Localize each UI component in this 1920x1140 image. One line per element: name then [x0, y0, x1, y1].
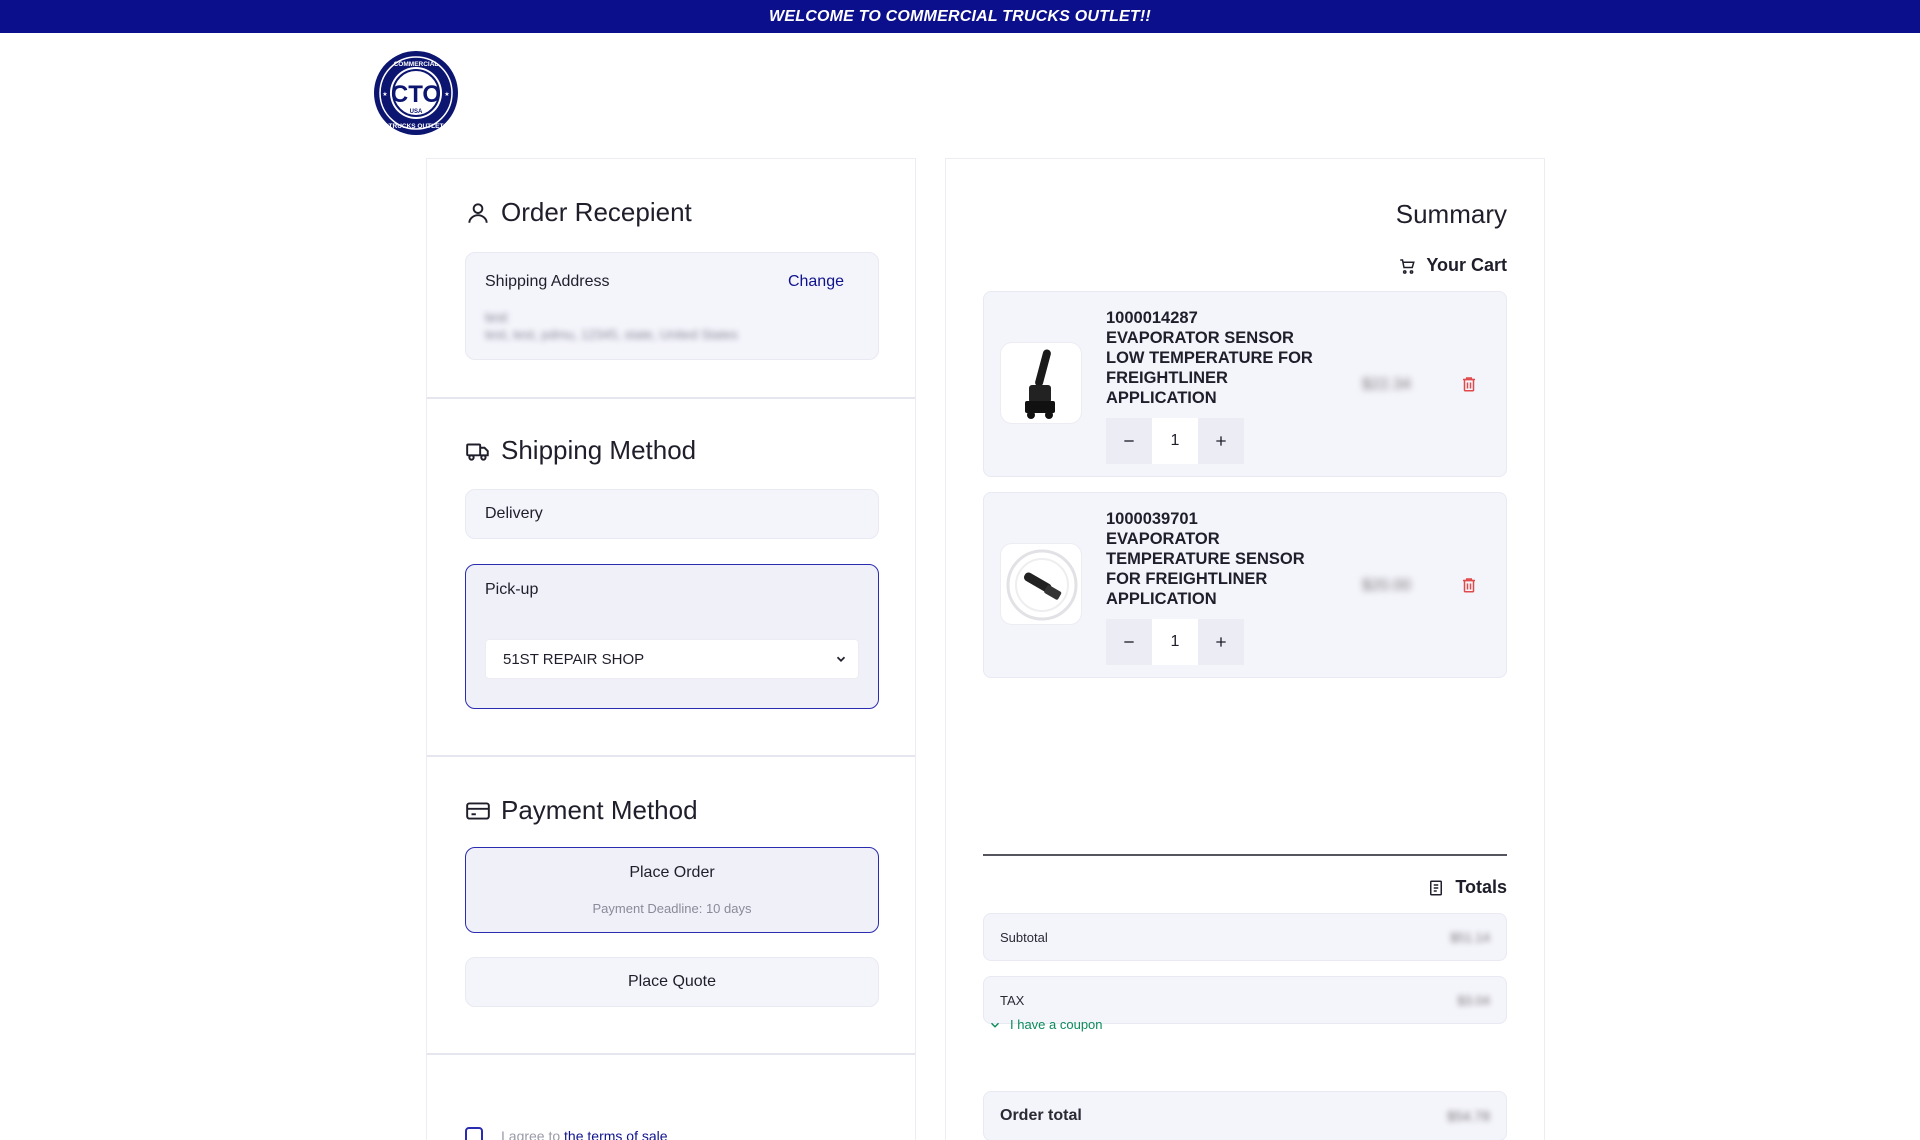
cart-item-price: $20.00 [1362, 577, 1411, 594]
sensor-image-icon [1025, 349, 1055, 419]
chevron-down-icon [836, 656, 846, 662]
decrement-button[interactable] [1106, 418, 1152, 464]
product-thumbnail[interactable] [1000, 342, 1082, 424]
address-line: test, test, pdmu, 12345, state, United S… [485, 327, 738, 342]
terms-text: I agree to the terms of sale [501, 1128, 668, 1140]
coupon-label: I have a coupon [1010, 1017, 1103, 1032]
cart-item-price: $22.34 [1362, 376, 1411, 393]
summary-panel: Summary Your Cart 1000014287 EVAPORATOR … [945, 158, 1545, 1140]
pickup-location-value: 51ST REPAIR SHOP [503, 650, 645, 668]
pickup-option[interactable]: Pick-up 51ST REPAIR SHOP [465, 564, 879, 709]
cart-item-sku: 1000039701 [1106, 510, 1198, 528]
logo-sub-text: USA [410, 109, 423, 115]
payment-deadline: Payment Deadline: 10 days [592, 901, 752, 916]
minus-icon [1124, 440, 1134, 442]
shipping-address-card: Shipping Address Change test test, test,… [465, 252, 879, 360]
decrement-button[interactable] [1106, 619, 1152, 665]
increment-button[interactable] [1198, 418, 1244, 464]
svg-text:★: ★ [444, 91, 449, 98]
shipping-method-section: Shipping Method Delivery Pick-up 51ST RE… [427, 399, 915, 757]
trash-icon[interactable] [1460, 374, 1478, 394]
product-thumbnail[interactable] [1000, 543, 1082, 625]
subtotal-value: $51.14 [1450, 930, 1490, 945]
shipping-address-label: Shipping Address [485, 273, 610, 290]
tax-label: TAX [1000, 993, 1025, 1008]
welcome-text: WELCOME TO COMMERCIAL TRUCKS OUTLET!! [769, 7, 1151, 25]
logo-ring-bottom: TRUCKS OUTLET [389, 123, 444, 130]
payment-method-section: Payment Method Place Order Payment Deadl… [427, 757, 915, 1055]
cart-item-name: EVAPORATOR SENSOR LOW TEMPERATURE FOR FR… [1106, 329, 1313, 407]
welcome-banner: WELCOME TO COMMERCIAL TRUCKS OUTLET!! [0, 0, 1920, 33]
delivery-option[interactable]: Delivery [465, 489, 879, 539]
subtotal-row: Subtotal $51.14 [983, 913, 1507, 961]
cart-item-details: 1000014287 EVAPORATOR SENSOR LOW TEMPERA… [1106, 308, 1326, 408]
subtotal-label: Subtotal [1000, 930, 1048, 945]
shipping-method-title: Shipping Method [465, 435, 696, 466]
totals-heading: Totals [1427, 877, 1507, 898]
cart-icon [1400, 258, 1416, 274]
tax-value: $3.04 [1457, 993, 1490, 1008]
place-quote-option[interactable]: Place Quote [465, 957, 879, 1007]
truck-icon [466, 443, 489, 461]
order-total-label: Order total [1000, 1107, 1082, 1124]
svg-text:★: ★ [382, 91, 387, 98]
change-address-link[interactable]: Change [788, 273, 844, 291]
order-total-row: Order total $54.78 [983, 1091, 1507, 1140]
receipt-icon [1430, 880, 1443, 895]
quantity-stepper: 1 [1106, 619, 1244, 665]
cart-item-sku: 1000014287 [1106, 309, 1198, 327]
sensor-image-icon [1006, 549, 1078, 621]
quantity-value[interactable]: 1 [1152, 619, 1198, 665]
place-quote-label: Place Quote [627, 973, 717, 990]
increment-button[interactable] [1198, 619, 1244, 665]
pickup-label: Pick-up [485, 581, 539, 598]
cart-item: 1000014287 EVAPORATOR SENSOR LOW TEMPERA… [983, 291, 1507, 477]
plus-icon [1216, 436, 1226, 446]
pickup-location-select[interactable]: 51ST REPAIR SHOP [485, 639, 859, 679]
logo-main-text: CTO [391, 81, 441, 108]
your-cart-heading: Your Cart [1398, 255, 1507, 276]
quantity-value[interactable]: 1 [1152, 418, 1198, 464]
credit-card-icon [466, 801, 490, 820]
summary-title: Summary [1395, 199, 1507, 229]
delivery-label: Delivery [485, 505, 543, 522]
order-recipient-section: Order Recepient Shipping Address Change … [427, 159, 915, 399]
quantity-stepper: 1 [1106, 418, 1244, 464]
place-order-label: Place Order [629, 864, 715, 881]
logo-badge-icon: CTO USA COMMERCIAL TRUCKS OUTLET ★ ★ [374, 51, 458, 135]
order-total-value: $54.78 [1447, 1108, 1490, 1124]
summary-divider [983, 854, 1507, 856]
logo-ring-top: COMMERCIAL [394, 61, 439, 68]
user-icon [468, 202, 488, 223]
place-order-option[interactable]: Place Order Payment Deadline: 10 days [465, 847, 879, 933]
cart-item-details: 1000039701 EVAPORATOR TEMPERATURE SENSOR… [1106, 509, 1326, 609]
checkout-left-panel: Order Recepient Shipping Address Change … [426, 158, 916, 1140]
cart-item-name: EVAPORATOR TEMPERATURE SENSOR FOR FREIGH… [1106, 530, 1305, 608]
coupon-toggle[interactable]: I have a coupon [988, 1017, 1103, 1032]
minus-icon [1124, 641, 1134, 643]
order-recipient-title: Order Recepient [465, 197, 692, 228]
payment-method-title: Payment Method [465, 795, 698, 826]
chevron-down-icon [990, 1022, 1000, 1028]
trash-icon[interactable] [1460, 575, 1478, 595]
cto-logo[interactable]: CTO USA COMMERCIAL TRUCKS OUTLET ★ ★ [373, 50, 459, 136]
cart-item: 1000039701 EVAPORATOR TEMPERATURE SENSOR… [983, 492, 1507, 678]
terms-of-sale-link[interactable]: the terms of sale [564, 1128, 668, 1140]
address-name: test [485, 309, 508, 325]
terms-checkbox[interactable] [465, 1127, 483, 1140]
plus-icon [1216, 637, 1226, 647]
